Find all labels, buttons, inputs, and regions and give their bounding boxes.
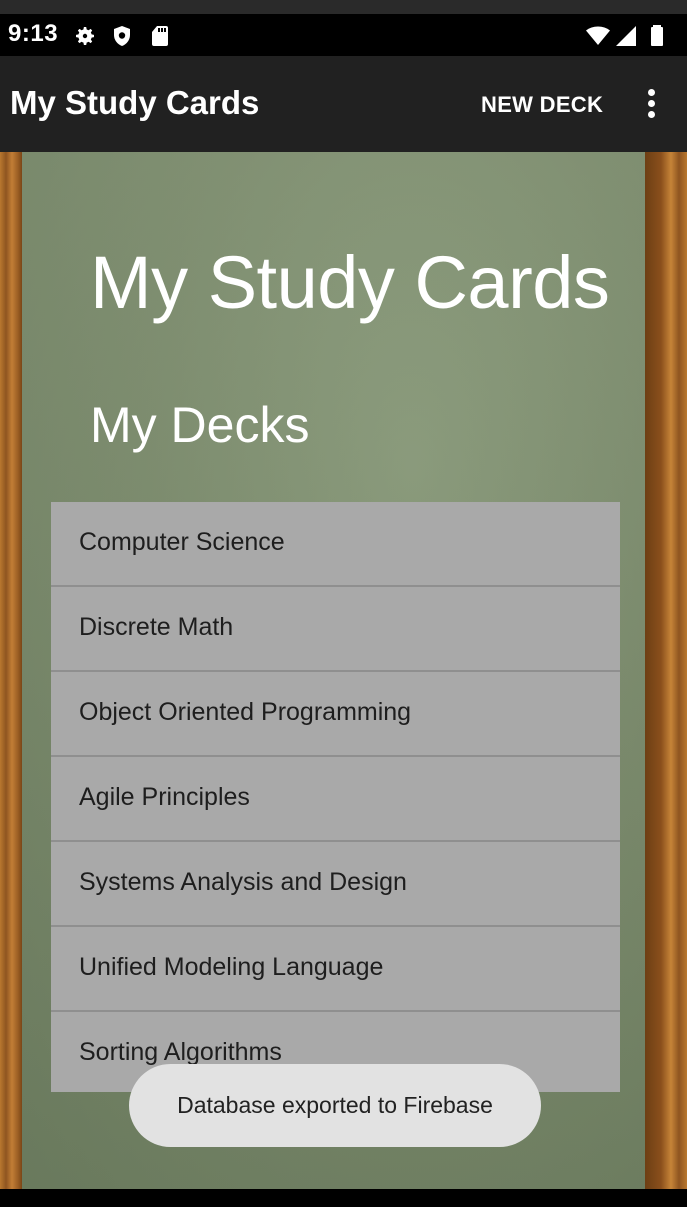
- chalkboard-content: My Study Cards My Decks Computer Science…: [0, 152, 687, 1189]
- more-vert-icon[interactable]: [638, 86, 664, 126]
- deck-label: Sorting Algorithms: [79, 1038, 282, 1066]
- shield-icon: [110, 24, 134, 48]
- deck-label: Systems Analysis and Design: [79, 868, 407, 896]
- navigation-bar: [0, 1189, 687, 1207]
- status-bar: 9:13: [0, 0, 687, 56]
- page-title: My Study Cards: [90, 241, 610, 324]
- deck-label: Agile Principles: [79, 783, 250, 811]
- gear-icon: [73, 24, 97, 48]
- list-item[interactable]: Discrete Math: [51, 587, 620, 672]
- toast-message: Database exported to Firebase: [129, 1064, 541, 1147]
- deck-label: Computer Science: [79, 528, 285, 556]
- signal-icon: [614, 24, 638, 48]
- battery-icon: [645, 24, 669, 48]
- list-item[interactable]: Computer Science: [51, 502, 620, 587]
- deck-list[interactable]: Computer Science Discrete Math Object Or…: [51, 502, 620, 1092]
- deck-label: Object Oriented Programming: [79, 698, 412, 726]
- sd-card-icon: [148, 24, 172, 48]
- list-item[interactable]: Object Oriented Programming: [51, 672, 620, 757]
- list-item[interactable]: Agile Principles: [51, 757, 620, 842]
- app-bar: My Study Cards NEW DECK: [0, 56, 687, 152]
- decks-heading: My Decks: [90, 397, 310, 453]
- status-time: 9:13: [8, 20, 59, 47]
- list-item[interactable]: Systems Analysis and Design: [51, 842, 620, 927]
- new-deck-button[interactable]: NEW DECK: [481, 92, 603, 118]
- status-bar-top-strip: [0, 0, 687, 14]
- app-bar-title: My Study Cards: [10, 84, 260, 121]
- wifi-icon: [586, 24, 610, 48]
- list-item[interactable]: Unified Modeling Language: [51, 927, 620, 1012]
- deck-label: Unified Modeling Language: [79, 953, 384, 981]
- deck-label: Discrete Math: [79, 613, 234, 641]
